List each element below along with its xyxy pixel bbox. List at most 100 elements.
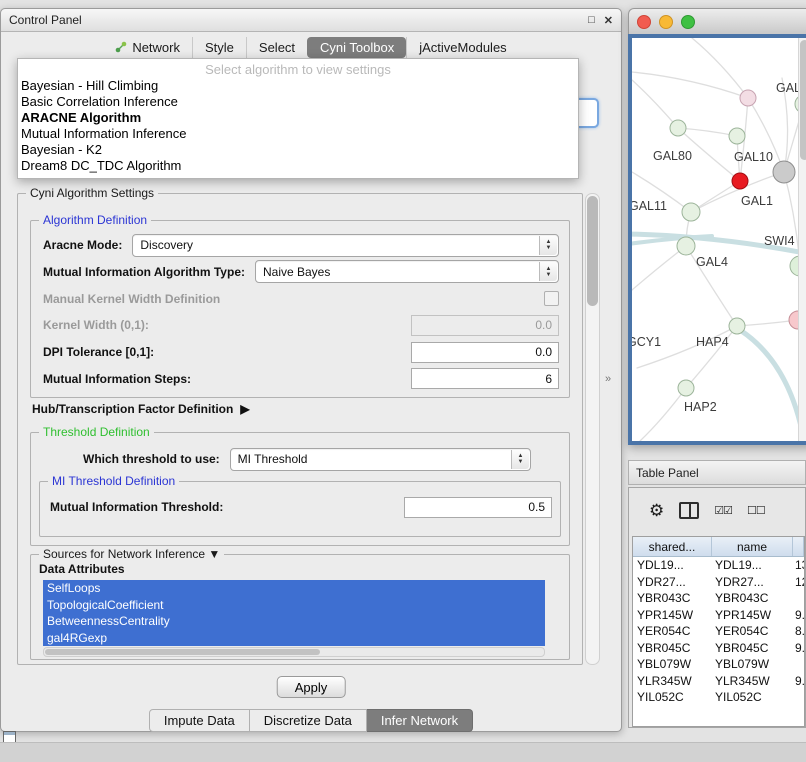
sources-title-row[interactable]: Sources for Network Inference ▼: [39, 547, 224, 561]
close-window-icon[interactable]: ✕: [604, 14, 613, 27]
network-node[interactable]: [773, 161, 795, 183]
table-toolbar: ⚙ ☑☑ ☐☐: [629, 488, 805, 532]
tab-style[interactable]: Style: [192, 37, 246, 58]
table-row[interactable]: YER054CYER054C8.: [633, 623, 804, 640]
algorithm-definition-title: Algorithm Definition: [39, 213, 151, 227]
table-row[interactable]: YDR27...YDR27...12: [633, 574, 804, 591]
aracne-mode-select[interactable]: Discovery: [132, 234, 559, 257]
network-node[interactable]: [670, 120, 686, 136]
kernel-width-field[interactable]: 0.0: [411, 315, 559, 336]
table-cell: YBR043C: [711, 590, 791, 607]
table-panel-window: ⚙ ☑☑ ☐☐ shared... name YDL19...YDL19...1…: [628, 487, 806, 728]
column-header-extra[interactable]: [793, 537, 804, 556]
float-window-icon[interactable]: □: [588, 14, 595, 27]
network-node[interactable]: [729, 318, 745, 334]
which-threshold-select[interactable]: MI Threshold: [230, 448, 531, 471]
close-traffic-light-icon[interactable]: [637, 15, 651, 29]
network-edge[interactable]: [740, 330, 804, 441]
network-node[interactable]: [729, 128, 745, 144]
table-row[interactable]: YIL052CYIL052C: [633, 689, 804, 706]
expand-section-icon[interactable]: ▶: [240, 402, 249, 416]
hub-transcription-label: Hub/Transcription Factor Definition: [32, 402, 233, 416]
apply-button[interactable]: Apply: [277, 676, 346, 698]
bottom-dock: [0, 742, 806, 762]
network-edge[interactable]: [632, 246, 686, 290]
combo-stepper-icon: [515, 449, 526, 470]
columns-icon[interactable]: [679, 502, 699, 519]
mi-threshold-field[interactable]: 0.5: [404, 497, 552, 518]
network-edge[interactable]: [632, 80, 678, 128]
tab-jactivemodules[interactable]: jActiveModules: [406, 37, 518, 58]
algorithm-option-basic-correlation[interactable]: Basic Correlation Inference: [18, 94, 578, 110]
dpi-tolerance-field[interactable]: 0.0: [411, 342, 559, 363]
table-row[interactable]: YPR145WYPR145W9.: [633, 607, 804, 624]
network-edge[interactable]: [640, 388, 686, 441]
tab-infer-network[interactable]: Infer Network: [367, 709, 473, 732]
settings-vertical-scrollbar[interactable]: [585, 193, 600, 665]
network-node[interactable]: [678, 380, 694, 396]
node-label: GAL80: [653, 149, 692, 163]
table-panel-titlebar[interactable]: Table Panel: [628, 460, 806, 485]
select-all-columns-icon[interactable]: ☑☑: [714, 504, 732, 517]
algorithm-definition-group: Algorithm Definition Aracne Mode: Discov…: [30, 220, 570, 398]
mi-algorithm-type-select[interactable]: Naive Bayes: [255, 260, 559, 283]
splitter-collapse-icon[interactable]: »: [605, 373, 611, 385]
zoom-traffic-light-icon[interactable]: [681, 15, 695, 29]
manual-kernel-width-label: Manual Kernel Width Definition: [43, 292, 220, 306]
list-item-gal4rgexp[interactable]: gal4RGexp: [43, 630, 545, 647]
tab-cyni-toolbox[interactable]: Cyni Toolbox: [307, 37, 406, 58]
algorithm-option-bayesian-k2[interactable]: Bayesian - K2: [18, 142, 578, 158]
network-vertical-scrollbar[interactable]: [798, 38, 806, 441]
network-node[interactable]: [732, 173, 748, 189]
column-header-shared-name[interactable]: shared...: [633, 537, 712, 556]
algorithm-option-bayesian-hill-climbing[interactable]: Bayesian - Hill Climbing: [18, 78, 578, 94]
desktop: Control Panel □ ✕ Network Style Select C…: [0, 0, 806, 762]
network-window-titlebar[interactable]: [628, 8, 806, 34]
mi-steps-field[interactable]: 6: [411, 368, 559, 389]
tab-network[interactable]: Network: [103, 37, 192, 58]
network-node[interactable]: [677, 237, 695, 255]
control-panel-titlebar[interactable]: Control Panel □ ✕: [1, 9, 621, 32]
cyni-algorithm-settings-group: Cyni Algorithm Settings Algorithm Defini…: [17, 193, 583, 665]
table-row[interactable]: YBR043CYBR043C: [633, 590, 804, 607]
tab-discretize-data[interactable]: Discretize Data: [250, 709, 367, 732]
tab-impute-data[interactable]: Impute Data: [149, 709, 250, 732]
hub-transcription-section[interactable]: Hub/Transcription Factor Definition ▶: [32, 402, 250, 416]
network-canvas-svg: GAL8GAL80GAL10GAL11GAL1SWI4GAL4GCY1HAP4H…: [632, 38, 806, 441]
list-item-betweennesscentrality[interactable]: BetweennessCentrality: [43, 613, 545, 630]
algorithm-option-aracne[interactable]: ARACNE Algorithm: [18, 110, 578, 126]
algorithm-option-mutual-information[interactable]: Mutual Information Inference: [18, 126, 578, 142]
threshold-definition-group: Threshold Definition Which threshold to …: [30, 432, 570, 546]
tab-select[interactable]: Select: [246, 37, 307, 58]
list-horizontal-scrollbar[interactable]: [43, 647, 545, 657]
column-header-name[interactable]: name: [712, 537, 793, 556]
table-cell: YBL079W: [711, 656, 791, 673]
algorithm-option-dream8[interactable]: Dream8 DC_TDC Algorithm: [18, 158, 578, 174]
list-item-topologicalcoefficient[interactable]: TopologicalCoefficient: [43, 597, 545, 614]
table-row[interactable]: YBR045CYBR045C9.: [633, 640, 804, 657]
network-edge[interactable]: [678, 128, 737, 136]
table-row[interactable]: YDL19...YDL19...13: [633, 557, 804, 574]
table-cell: YER054C: [633, 623, 711, 640]
network-node[interactable]: [682, 203, 700, 221]
mi-threshold-group: MI Threshold Definition Mutual Informati…: [39, 481, 561, 537]
mi-threshold-label: Mutual Information Threshold:: [50, 500, 223, 514]
table-cell: YER054C: [711, 623, 791, 640]
collapse-sources-icon[interactable]: ▼: [208, 547, 220, 561]
table-row[interactable]: YBL079WYBL079W: [633, 656, 804, 673]
manual-kernel-width-checkbox[interactable]: [544, 291, 559, 306]
sources-title: Sources for Network Inference: [43, 547, 205, 561]
window-title: Control Panel: [9, 13, 82, 27]
table-row[interactable]: YLR345WYLR345W9.: [633, 673, 804, 690]
table-cell: YIL052C: [711, 689, 791, 706]
control-panel-window: Control Panel □ ✕ Network Style Select C…: [0, 8, 622, 732]
data-attributes-list[interactable]: SelfLoops TopologicalCoefficient Between…: [43, 580, 545, 646]
network-canvas[interactable]: GAL8GAL80GAL10GAL11GAL1SWI4GAL4GCY1HAP4H…: [628, 34, 806, 445]
table-cell: 8.: [791, 623, 804, 640]
network-node[interactable]: [740, 90, 756, 106]
gear-icon[interactable]: ⚙: [649, 502, 664, 519]
list-item-selfloops[interactable]: SelfLoops: [43, 580, 545, 597]
minimize-traffic-light-icon[interactable]: [659, 15, 673, 29]
table-cell: YLR345W: [711, 673, 791, 690]
deselect-all-columns-icon[interactable]: ☐☐: [747, 504, 765, 517]
